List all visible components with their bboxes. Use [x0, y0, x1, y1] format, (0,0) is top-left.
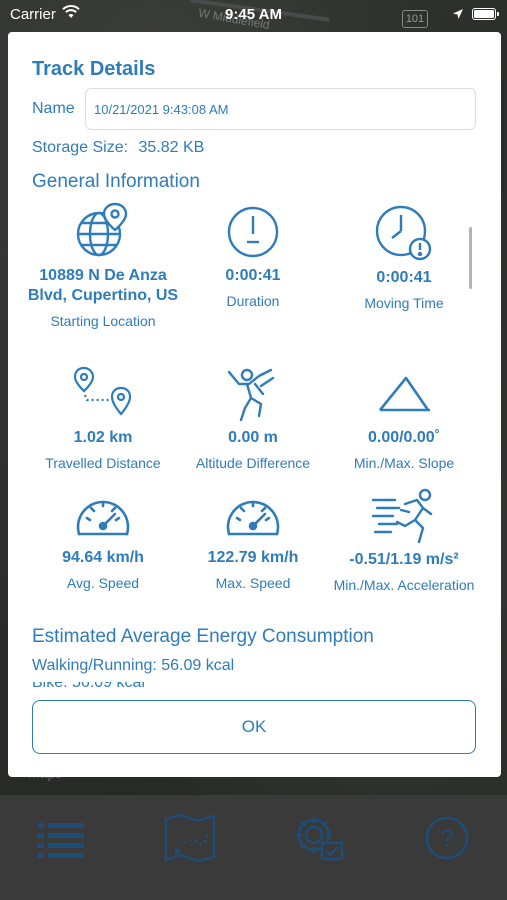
stat-moving-time: 0:00:41 Moving Time [324, 202, 484, 312]
route-pins-icon [23, 366, 183, 422]
name-label: Name [32, 100, 75, 117]
storage-label: Storage Size: [32, 139, 129, 156]
help-icon[interactable]: ? [424, 815, 470, 866]
stat-travelled-distance: 1.02 km Travelled Distance [23, 366, 183, 472]
speedometer-icon [173, 488, 333, 542]
stat-value: -0.51/1.19 m/s² [349, 551, 459, 568]
location-arrow-icon [452, 7, 464, 24]
map-icon[interactable] [163, 813, 217, 868]
track-details-dialog: Track Details Name Storage Size: 35.82 K… [8, 32, 501, 777]
stat-avg-speed: 94.64 km/h Avg. Speed [23, 488, 183, 592]
stat-label: Max. Speed [215, 575, 291, 591]
status-time: 9:45 AM [225, 6, 282, 23]
stat-slope: 0.00/0.00˚ Min./Max. Slope [324, 366, 484, 472]
energy-bike: Bike: 56.09 kcal [32, 682, 145, 691]
stat-value: 0.00 m [228, 429, 278, 446]
dialog-title: Track Details [32, 58, 156, 80]
runner-icon [324, 488, 484, 544]
climber-icon [173, 366, 333, 422]
globe-pin-icon [23, 202, 183, 260]
stat-max-speed: 122.79 km/h Max. Speed [173, 488, 333, 592]
energy-bike-clip: Bike: 56.09 kcal [32, 682, 332, 692]
energy-walking: Walking/Running: 56.09 kcal [32, 657, 235, 674]
stat-label: Altitude Difference [195, 455, 311, 471]
storage-value: 35.82 KB [138, 139, 205, 156]
clock-alert-icon [324, 202, 484, 262]
speedometer-icon [23, 488, 183, 542]
battery-icon [472, 8, 499, 20]
stat-label: Min./Max. Acceleration [333, 577, 475, 593]
storage-size: Storage Size: 35.82 KB [32, 139, 204, 157]
status-bar: Carrier 9:45 AM [0, 0, 507, 30]
name-input[interactable] [85, 88, 476, 130]
stat-label: Starting Location [50, 313, 156, 329]
stat-altitude-difference: 0.00 m Altitude Difference [173, 366, 333, 472]
stat-value: 0:00:41 [225, 267, 281, 284]
stat-acceleration: -0.51/1.19 m/s² Min./Max. Acceleration [324, 488, 484, 594]
stat-value: 0.00/0.00˚ [367, 429, 441, 446]
stat-label: Avg. Speed [66, 575, 140, 591]
clock-icon [173, 202, 333, 260]
help-glyph: ? [440, 825, 453, 852]
stat-value: 1.02 km [73, 429, 133, 446]
stat-value: 10889 N De Anza Blvd, Cupertino, US [27, 267, 179, 304]
stat-label: Travelled Distance [45, 455, 161, 471]
slope-triangle-icon [324, 366, 484, 422]
settings-icon[interactable] [292, 813, 346, 868]
stat-duration: 0:00:41 Duration [173, 202, 333, 310]
energy-header: Estimated Average Energy Consumption [32, 626, 374, 647]
stat-value: 0:00:41 [376, 269, 432, 286]
tab-bar: ? [0, 795, 507, 900]
stat-label: Min./Max. Slope [353, 455, 455, 471]
list-icon[interactable] [38, 821, 86, 866]
stat-starting-location: 10889 N De Anza Blvd, Cupertino, US Star… [23, 202, 183, 330]
stat-label: Moving Time [364, 295, 444, 311]
stat-label: Duration [226, 293, 280, 309]
ok-button[interactable]: OK [32, 700, 476, 754]
stat-value: 122.79 km/h [207, 549, 299, 566]
general-info-header: General Information [32, 171, 200, 192]
stat-value: 94.64 km/h [62, 549, 144, 566]
